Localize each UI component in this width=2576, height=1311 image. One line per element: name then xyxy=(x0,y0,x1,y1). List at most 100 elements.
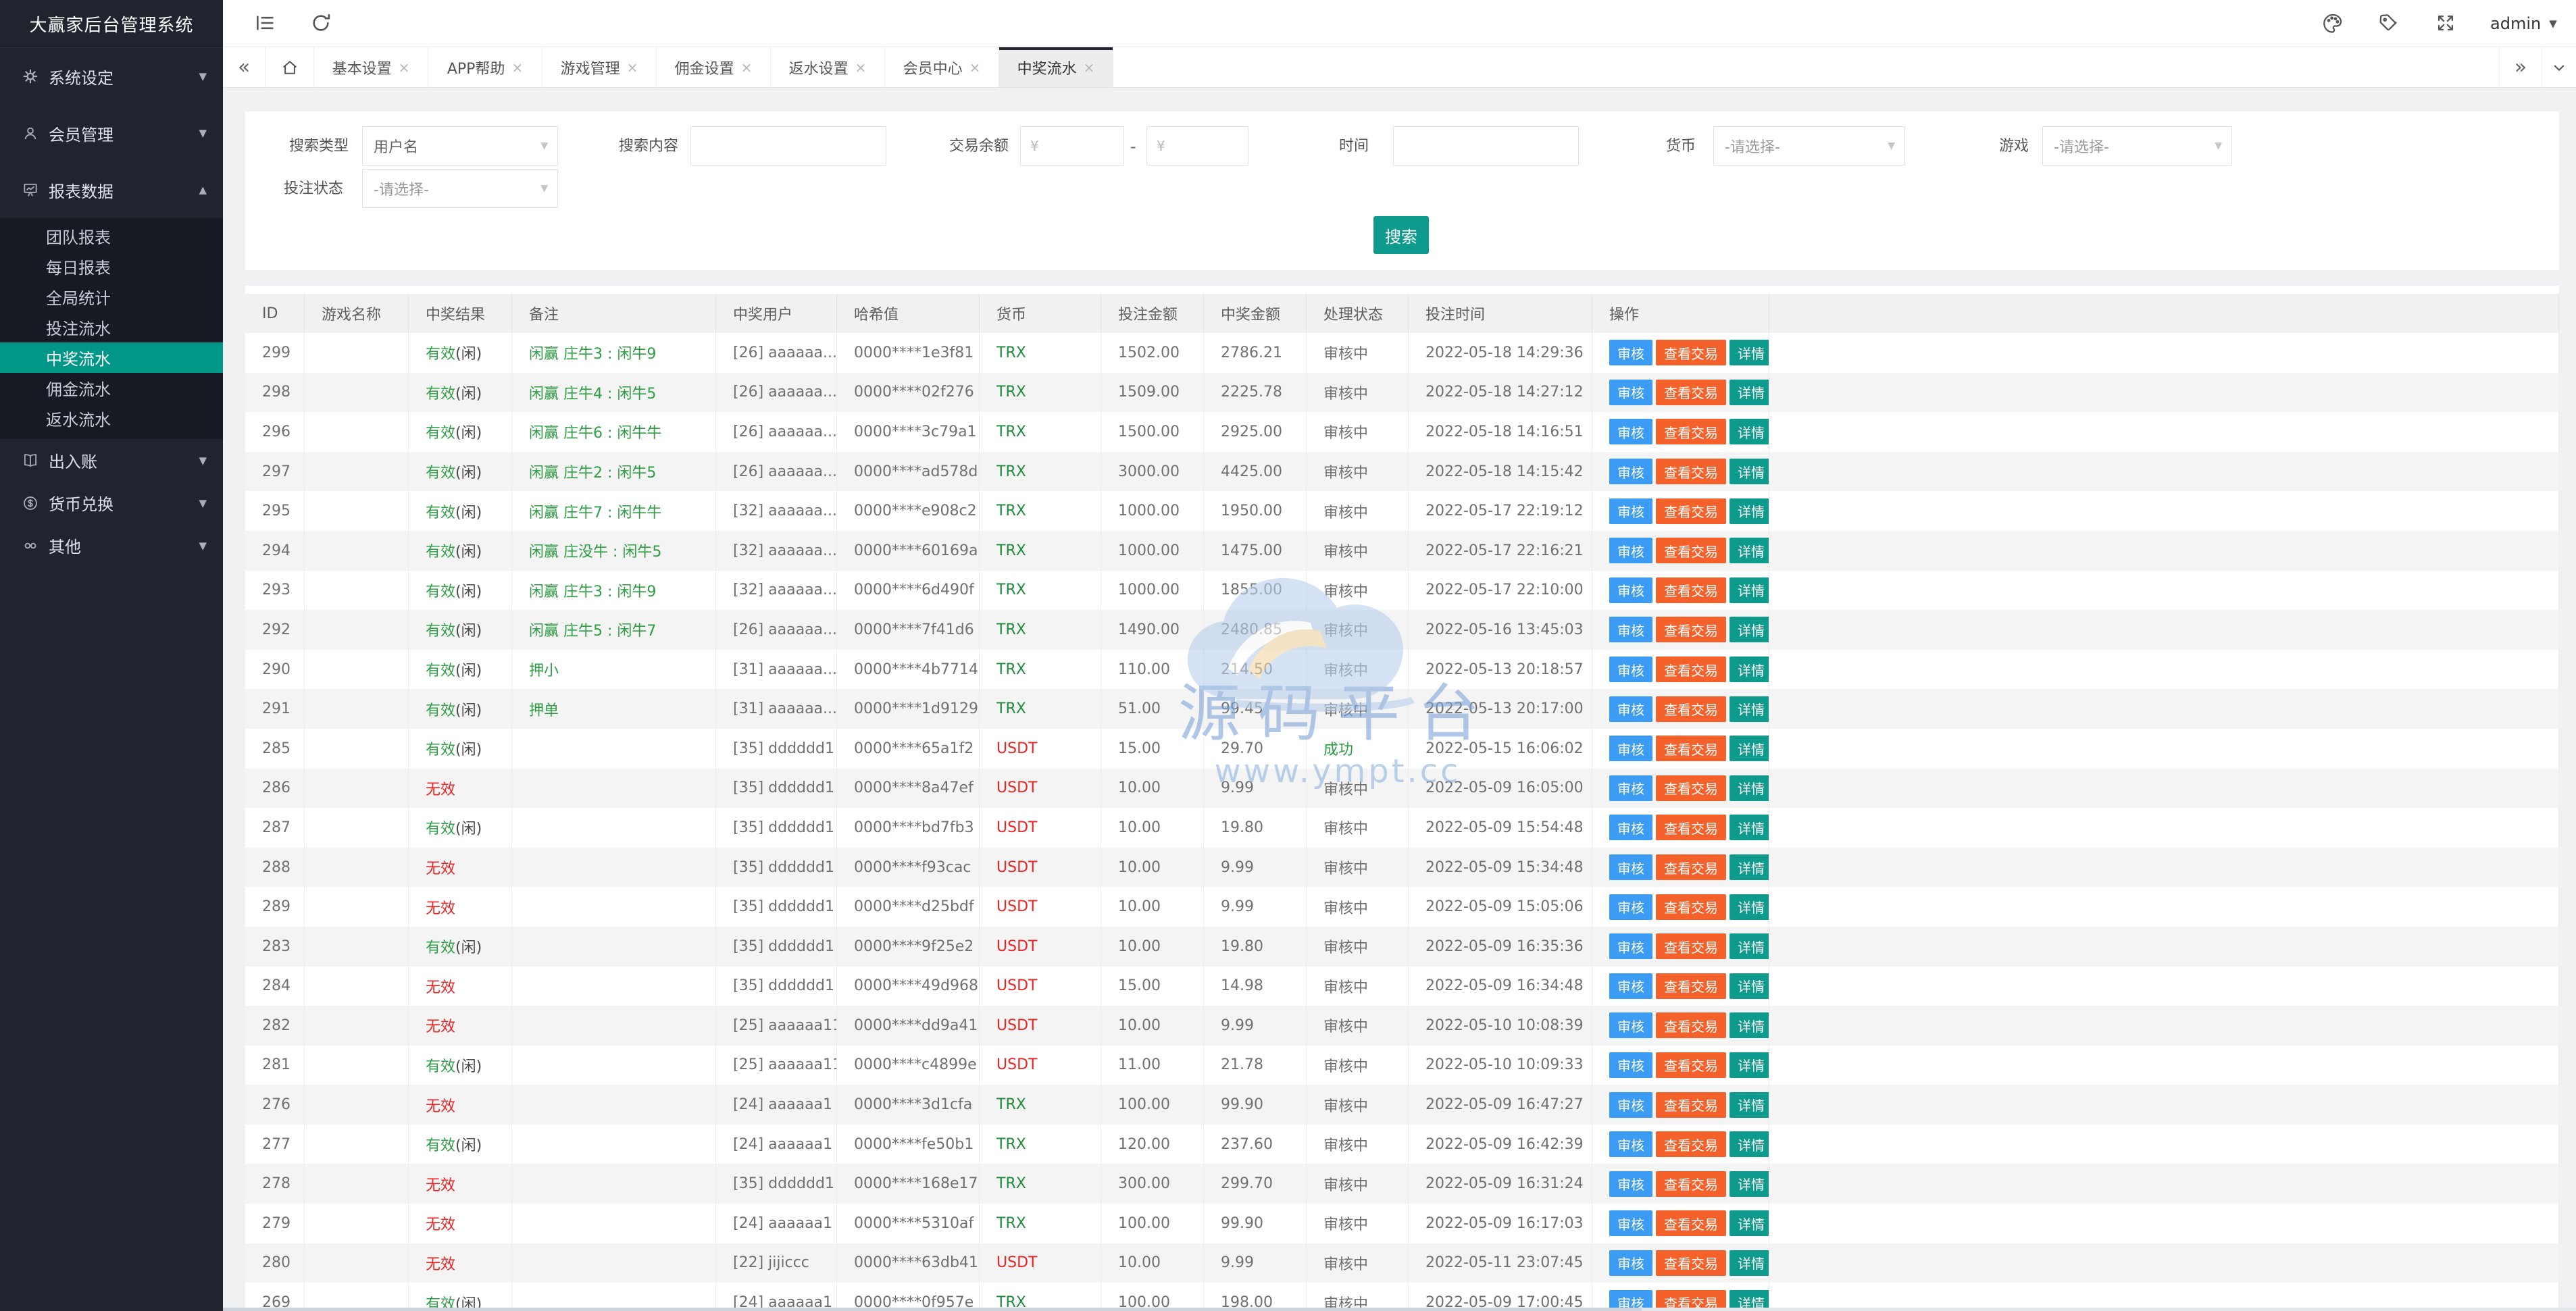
tab-close-icon[interactable]: × xyxy=(855,59,867,76)
tabs-scroll-left-button[interactable]: « xyxy=(223,47,266,87)
detail-button[interactable]: 详情 xyxy=(1729,775,1769,801)
view-transaction-button[interactable]: 查看交易 xyxy=(1656,933,1726,959)
view-transaction-button[interactable]: 查看交易 xyxy=(1656,577,1726,603)
sidebar-item-global-stats[interactable]: 全局统计 xyxy=(0,282,223,312)
review-button[interactable]: 审核 xyxy=(1609,340,1652,365)
view-transaction-button[interactable]: 查看交易 xyxy=(1656,894,1726,920)
sidebar-item-member-management[interactable]: 会员管理 ▼ xyxy=(0,105,223,161)
detail-button[interactable]: 详情 xyxy=(1729,1012,1769,1038)
sidebar-item-rebate-flow[interactable]: 返水流水 xyxy=(0,403,223,434)
tab-close-icon[interactable]: × xyxy=(1084,59,1095,76)
review-button[interactable]: 审核 xyxy=(1609,736,1652,761)
sidebar-item-report-data[interactable]: 报表数据 ▲ xyxy=(0,161,223,218)
view-transaction-button[interactable]: 查看交易 xyxy=(1656,1092,1726,1118)
tab-中奖流水[interactable]: 中奖流水× xyxy=(999,47,1113,87)
detail-button[interactable]: 详情 xyxy=(1729,1250,1769,1276)
tab-返水设置[interactable]: 返水设置× xyxy=(771,47,885,87)
bet-status-select[interactable]: -请选择- ▼ xyxy=(362,169,558,208)
detail-button[interactable]: 详情 xyxy=(1729,1171,1769,1197)
review-button[interactable]: 审核 xyxy=(1609,775,1652,801)
detail-button[interactable]: 详情 xyxy=(1729,577,1769,603)
detail-button[interactable]: 详情 xyxy=(1729,933,1769,959)
view-transaction-button[interactable]: 查看交易 xyxy=(1656,775,1726,801)
review-button[interactable]: 审核 xyxy=(1609,1210,1652,1236)
user-menu[interactable]: admin ▼ xyxy=(2490,0,2557,47)
detail-button[interactable]: 详情 xyxy=(1729,1131,1769,1157)
view-transaction-button[interactable]: 查看交易 xyxy=(1656,1131,1726,1157)
review-button[interactable]: 审核 xyxy=(1609,1250,1652,1276)
tab-佣金设置[interactable]: 佣金设置× xyxy=(657,47,771,87)
view-transaction-button[interactable]: 查看交易 xyxy=(1656,1052,1726,1078)
tab-会员中心[interactable]: 会员中心× xyxy=(885,47,999,87)
balance-min-field[interactable]: ¥ xyxy=(1020,126,1124,165)
search-type-select[interactable]: 用户名 ▼ xyxy=(362,126,558,165)
tab-close-icon[interactable]: × xyxy=(741,59,753,76)
review-button[interactable]: 审核 xyxy=(1609,933,1652,959)
tab-close-icon[interactable]: × xyxy=(969,59,981,76)
search-content-input[interactable] xyxy=(690,126,886,165)
detail-button[interactable]: 详情 xyxy=(1729,854,1769,880)
review-button[interactable]: 审核 xyxy=(1609,1092,1652,1118)
game-select[interactable]: -请选择- ▼ xyxy=(2042,126,2232,165)
view-transaction-button[interactable]: 查看交易 xyxy=(1656,657,1726,682)
review-button[interactable]: 审核 xyxy=(1609,498,1652,524)
balance-min-input[interactable] xyxy=(1044,137,1117,155)
time-input[interactable] xyxy=(1393,126,1579,165)
sidebar-item-bet-flow[interactable]: 投注流水 xyxy=(0,312,223,342)
sidebar-item-daily-report[interactable]: 每日报表 xyxy=(0,251,223,282)
view-transaction-button[interactable]: 查看交易 xyxy=(1656,617,1726,642)
view-transaction-button[interactable]: 查看交易 xyxy=(1656,854,1726,880)
detail-button[interactable]: 详情 xyxy=(1729,538,1769,563)
tab-close-icon[interactable]: × xyxy=(627,59,638,76)
review-button[interactable]: 审核 xyxy=(1609,894,1652,920)
sidebar-item-in-out-account[interactable]: 出入账 ▼ xyxy=(0,439,223,482)
balance-max-input[interactable] xyxy=(1171,137,1241,155)
detail-button[interactable]: 详情 xyxy=(1729,419,1769,444)
detail-button[interactable]: 详情 xyxy=(1729,340,1769,365)
detail-button[interactable]: 详情 xyxy=(1729,657,1769,682)
detail-button[interactable]: 详情 xyxy=(1729,1052,1769,1078)
view-transaction-button[interactable]: 查看交易 xyxy=(1656,696,1726,722)
detail-button[interactable]: 详情 xyxy=(1729,617,1769,642)
review-button[interactable]: 审核 xyxy=(1609,1131,1652,1157)
refresh-icon[interactable] xyxy=(309,11,332,34)
tab-close-icon[interactable]: × xyxy=(511,59,523,76)
balance-max-field[interactable]: ¥ xyxy=(1146,126,1248,165)
view-transaction-button[interactable]: 查看交易 xyxy=(1656,459,1726,484)
tab-基本设置[interactable]: 基本设置× xyxy=(314,47,428,87)
review-button[interactable]: 审核 xyxy=(1609,1171,1652,1197)
review-button[interactable]: 审核 xyxy=(1609,815,1652,840)
horizontal-scrollbar[interactable] xyxy=(223,1308,2576,1311)
detail-button[interactable]: 详情 xyxy=(1729,498,1769,524)
view-transaction-button[interactable]: 查看交易 xyxy=(1656,538,1726,563)
review-button[interactable]: 审核 xyxy=(1609,577,1652,603)
detail-button[interactable]: 详情 xyxy=(1729,696,1769,722)
review-button[interactable]: 审核 xyxy=(1609,696,1652,722)
view-transaction-button[interactable]: 查看交易 xyxy=(1656,340,1726,365)
tabs-menu-button[interactable] xyxy=(2542,47,2576,87)
view-transaction-button[interactable]: 查看交易 xyxy=(1656,973,1726,999)
search-button[interactable]: 搜索 xyxy=(1373,216,1429,254)
sidebar-item-team-report[interactable]: 团队报表 xyxy=(0,221,223,251)
detail-button[interactable]: 详情 xyxy=(1729,815,1769,840)
currency-select[interactable]: -请选择- ▼ xyxy=(1713,126,1905,165)
scrollbar-thumb[interactable] xyxy=(223,1308,1642,1311)
review-button[interactable]: 审核 xyxy=(1609,617,1652,642)
detail-button[interactable]: 详情 xyxy=(1729,1092,1769,1118)
fullscreen-icon[interactable] xyxy=(2434,11,2457,34)
view-transaction-button[interactable]: 查看交易 xyxy=(1656,1171,1726,1197)
review-button[interactable]: 审核 xyxy=(1609,1012,1652,1038)
view-transaction-button[interactable]: 查看交易 xyxy=(1656,380,1726,405)
detail-button[interactable]: 详情 xyxy=(1729,894,1769,920)
tab-APP帮助[interactable]: APP帮助× xyxy=(428,47,542,87)
review-button[interactable]: 审核 xyxy=(1609,538,1652,563)
view-transaction-button[interactable]: 查看交易 xyxy=(1656,815,1726,840)
detail-button[interactable]: 详情 xyxy=(1729,380,1769,405)
detail-button[interactable]: 详情 xyxy=(1729,459,1769,484)
review-button[interactable]: 审核 xyxy=(1609,380,1652,405)
review-button[interactable]: 审核 xyxy=(1609,419,1652,444)
review-button[interactable]: 审核 xyxy=(1609,459,1652,484)
sidebar-item-other[interactable]: 其他 ▼ xyxy=(0,524,223,567)
tab-游戏管理[interactable]: 游戏管理× xyxy=(542,47,657,87)
view-transaction-button[interactable]: 查看交易 xyxy=(1656,1250,1726,1276)
